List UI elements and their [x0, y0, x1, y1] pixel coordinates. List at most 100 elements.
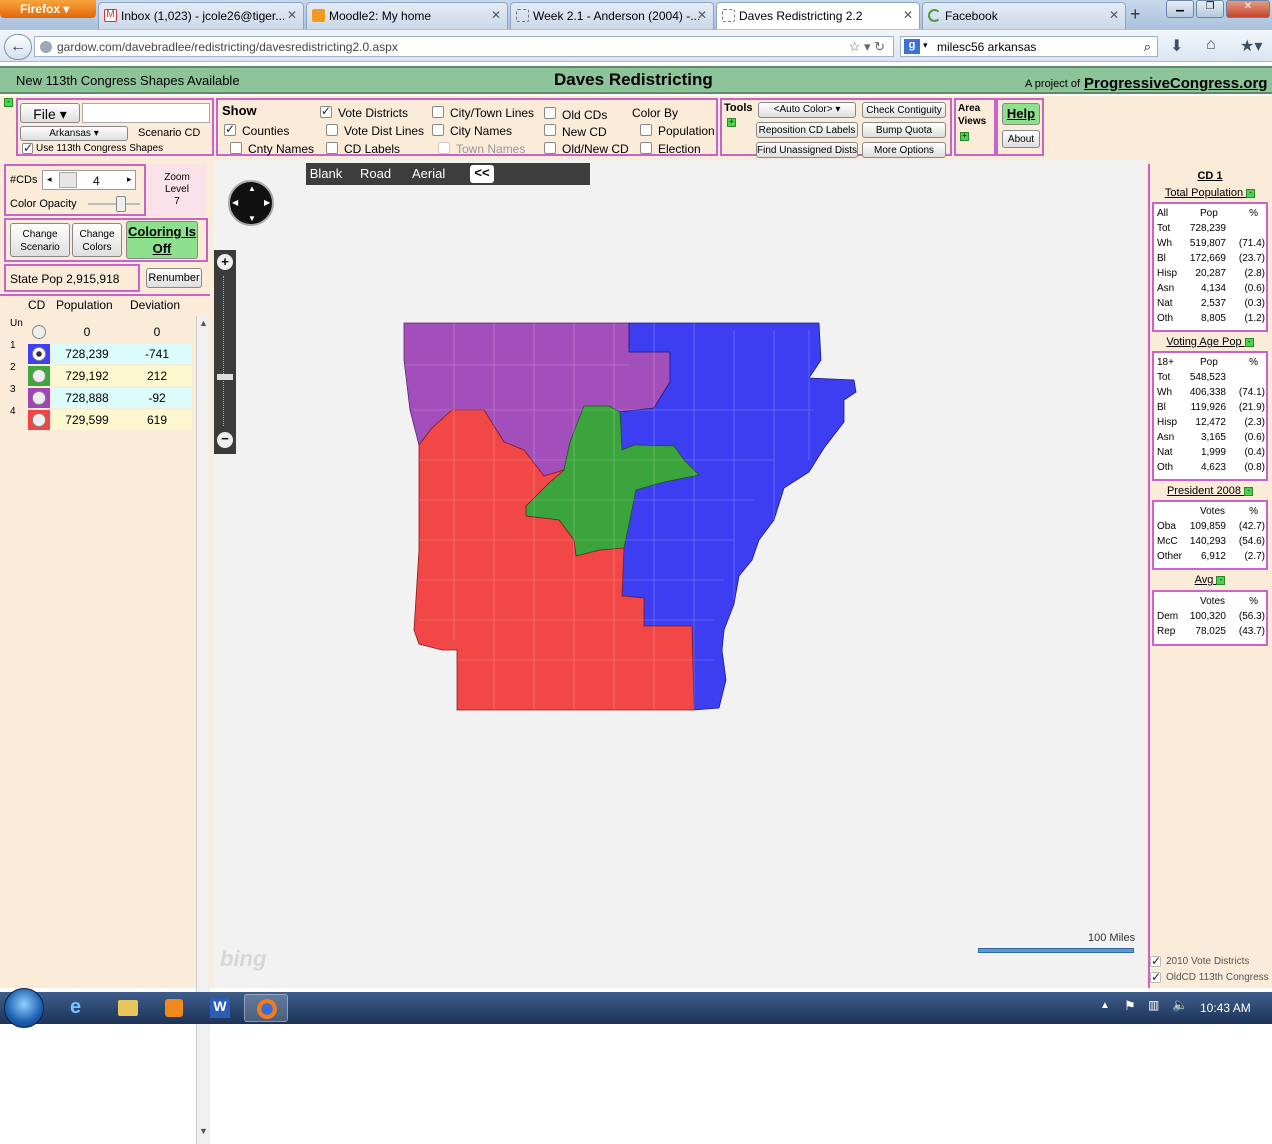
tab-daves-redistricting[interactable]: Daves Redistricting 2.2 ✕ — [716, 2, 920, 29]
pres-table: Votes% Oba 109,859 (42.7) McC 140,293 (54.6) Ot… — [1152, 500, 1268, 570]
cd-color-swatch[interactable] — [28, 366, 50, 386]
change-colors-button[interactable]: Change Colors — [72, 223, 122, 257]
vote-dist-lines-checkbox[interactable] — [326, 124, 338, 136]
check-contiguity-button[interactable]: Check Contiguity — [862, 102, 946, 118]
close-window-icon[interactable]: ✕ — [1226, 0, 1270, 18]
change-scenario-button[interactable]: Change Scenario — [10, 223, 70, 257]
scroll-up-icon[interactable]: ▲ — [199, 318, 208, 328]
close-tab-icon[interactable]: ✕ — [697, 8, 707, 22]
cd-row[interactable]: 2 729,192 212 — [4, 362, 192, 386]
collapse-icon[interactable]: - — [4, 98, 13, 107]
progressive-congress-link[interactable]: ProgressiveCongress.org — [1084, 75, 1267, 92]
auto-color-select[interactable]: <Auto Color> ▾ — [758, 102, 856, 118]
download-icon[interactable]: ⬇ — [1170, 36, 1183, 56]
close-tab-icon[interactable]: ✕ — [1109, 8, 1119, 22]
tab-inbox[interactable]: M Inbox (1,023) - jcole26@tiger... ✕ — [98, 2, 304, 29]
new-cd-checkbox[interactable] — [544, 124, 556, 136]
explorer-icon[interactable] — [106, 994, 150, 1022]
cd-row[interactable]: 1 728,239 -741 — [4, 340, 192, 364]
opacity-slider-track[interactable] — [88, 203, 140, 205]
firefox-menu-button[interactable]: Firefox ▾ — [0, 0, 96, 18]
vote-districts-checkbox[interactable] — [320, 104, 332, 118]
cd-radio[interactable] — [32, 325, 46, 339]
network-icon[interactable]: ▥ — [1148, 998, 1159, 1012]
minimize-icon[interactable]: ▁ — [1166, 0, 1194, 18]
expand-icon[interactable]: + — [727, 118, 736, 127]
more-options-button[interactable]: More Options — [862, 142, 946, 158]
tab-moodle[interactable]: Moodle2: My home ✕ — [306, 2, 508, 29]
collapse-icon[interactable]: - — [1246, 188, 1256, 198]
close-tab-icon[interactable]: ✕ — [903, 8, 913, 22]
find-unassigned-button[interactable]: Find Unassigned Dists — [756, 142, 858, 158]
cd-radio[interactable] — [32, 347, 46, 361]
cd-color-swatch[interactable] — [28, 388, 50, 408]
arkansas-district-map[interactable] — [214, 160, 1146, 988]
opacity-slider-thumb[interactable] — [116, 196, 126, 212]
file-menu-button[interactable]: File ▾ — [20, 103, 80, 123]
city-names-checkbox[interactable] — [432, 124, 444, 136]
election-checkbox[interactable] — [640, 142, 652, 154]
map-view[interactable]: Blank Road Aerial << ▲ ▼ ◀ ▶ + − bing 10… — [214, 160, 1146, 988]
counties-checkbox[interactable] — [224, 122, 236, 136]
town-names-checkbox[interactable] — [438, 142, 450, 154]
use-113-checkbox[interactable] — [22, 141, 33, 155]
search-box[interactable]: g ▾ milesc56 arkansas ⌕ — [900, 36, 1158, 57]
scroll-down-icon[interactable]: ▼ — [199, 1126, 208, 1136]
back-button[interactable]: ← — [4, 34, 32, 60]
tray-expand-icon[interactable]: ▲ — [1100, 1000, 1110, 1011]
num-cds-stepper[interactable]: ◂ 4 ▸ — [42, 170, 136, 190]
city-town-lines-checkbox[interactable] — [432, 106, 444, 118]
cd-row[interactable]: 4 729,599 619 — [4, 406, 192, 430]
flag-icon[interactable]: ⚑ — [1124, 998, 1136, 1014]
address-bar[interactable]: gardow.com/davebradlee/redistricting/dav… — [34, 36, 894, 57]
cd-radio[interactable] — [32, 391, 46, 405]
tab-week[interactable]: Week 2.1 - Anderson (2004) -... ✕ — [510, 2, 714, 29]
volume-icon[interactable]: 🔈 — [1172, 997, 1188, 1013]
firefox-taskbar-icon[interactable] — [244, 994, 288, 1022]
renumber-button[interactable]: Renumber — [146, 268, 202, 288]
start-button[interactable] — [4, 988, 44, 1028]
cd-color-swatch[interactable] — [28, 322, 50, 342]
reposition-labels-button[interactable]: Reposition CD Labels — [756, 122, 858, 138]
stepper-thumb[interactable] — [59, 172, 77, 188]
chevron-down-icon[interactable]: ▾ — [923, 40, 928, 51]
maximize-icon[interactable]: ❐ — [1196, 0, 1224, 18]
bookmarks-icon[interactable]: ★▾ — [1240, 36, 1262, 56]
bookmark-star-icon[interactable]: ☆ ▾ ↻ — [849, 39, 885, 55]
arrow-left-icon[interactable]: ◂ — [47, 174, 52, 185]
vote-districts-2010-checkbox[interactable] — [1150, 954, 1161, 968]
old-cds-checkbox[interactable] — [544, 107, 556, 119]
tab-facebook[interactable]: Facebook ✕ — [922, 2, 1126, 29]
home-icon[interactable]: ⌂ — [1206, 36, 1216, 54]
cd-color-swatch[interactable] — [28, 410, 50, 430]
arrow-right-icon[interactable]: ▸ — [127, 174, 132, 185]
cd-radio[interactable] — [32, 413, 46, 427]
cd-labels-checkbox[interactable] — [326, 142, 338, 154]
collapse-icon[interactable]: - — [1244, 337, 1254, 347]
oldcd-checkbox[interactable] — [1150, 970, 1161, 984]
search-icon[interactable]: ⌕ — [1144, 39, 1151, 55]
help-button[interactable]: Help — [1002, 103, 1040, 125]
coloring-toggle-button[interactable]: Coloring Is Off — [126, 221, 198, 259]
expand-icon[interactable]: + — [960, 132, 969, 141]
collapse-icon[interactable]: - — [1244, 486, 1254, 496]
bump-quota-button[interactable]: Bump Quota — [862, 122, 946, 138]
word-icon[interactable]: W — [198, 994, 242, 1022]
collapse-icon[interactable]: - — [1216, 575, 1226, 585]
about-button[interactable]: About — [1002, 130, 1040, 148]
new-tab-icon[interactable]: + — [1130, 4, 1141, 25]
cd-radio[interactable] — [32, 369, 46, 383]
population-checkbox[interactable] — [640, 124, 652, 136]
cnty-names-checkbox[interactable] — [230, 142, 242, 154]
cd-row[interactable]: Un 0 0 — [4, 318, 192, 342]
close-tab-icon[interactable]: ✕ — [491, 8, 501, 22]
ie-icon[interactable]: e — [58, 994, 102, 1022]
close-tab-icon[interactable]: ✕ — [287, 8, 297, 22]
clock[interactable]: 10:43 AM — [1200, 1001, 1251, 1015]
scenario-name-input[interactable] — [82, 103, 210, 123]
media-player-icon[interactable] — [152, 994, 196, 1022]
old-new-cd-checkbox[interactable] — [544, 142, 556, 154]
state-select[interactable]: Arkansas ▾ — [20, 126, 128, 141]
cd-row[interactable]: 3 728,888 -92 — [4, 384, 192, 408]
cd-color-swatch[interactable] — [28, 344, 50, 364]
